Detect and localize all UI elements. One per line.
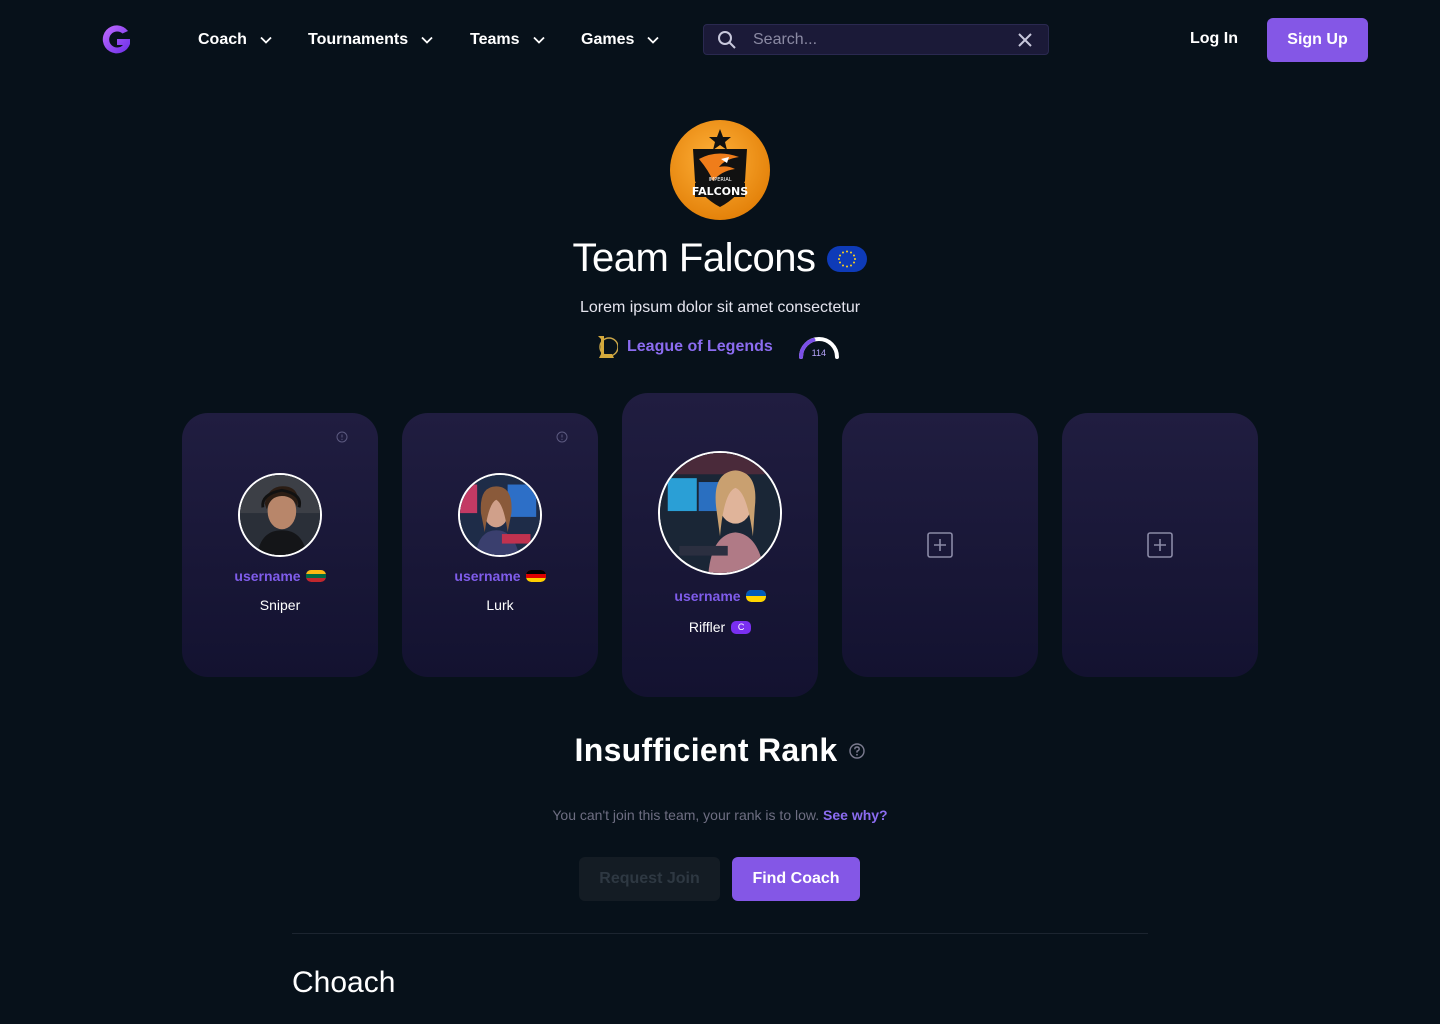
player-photo: [660, 453, 780, 573]
player-role: Lurk: [402, 597, 598, 613]
role-label: Lurk: [486, 597, 514, 613]
roster-card[interactable]: username Sniper: [182, 413, 378, 677]
roster-card[interactable]: username Lurk: [402, 413, 598, 677]
username-label: username: [454, 568, 521, 584]
role-label: Sniper: [259, 597, 301, 613]
avatar: [238, 473, 322, 557]
league-of-legends-icon: [598, 336, 618, 358]
team-name: Team Falcons: [572, 236, 816, 280]
search-input[interactable]: [751, 29, 1016, 50]
search-bar: [703, 24, 1049, 55]
info-icon[interactable]: [556, 431, 568, 443]
team-logo: IMPERIAL FALCONS: [670, 120, 770, 220]
find-coach-button[interactable]: Find Coach: [732, 857, 860, 901]
nav-coach-label: Coach: [198, 31, 247, 48]
eu-flag-icon: [827, 245, 868, 272]
avatar: [658, 451, 782, 575]
help-icon[interactable]: [849, 742, 866, 759]
nav-games-label: Games: [581, 31, 635, 48]
chevron-down-icon: [260, 36, 272, 44]
signup-button[interactable]: Sign Up: [1267, 18, 1368, 62]
rank-message-text: You can't join this team, your rank is t…: [552, 807, 820, 823]
add-player-icon[interactable]: [927, 532, 953, 558]
avatar: [458, 473, 542, 557]
nav-coach[interactable]: Coach: [198, 28, 273, 52]
team-game-row: League of Legends 114: [596, 333, 841, 361]
see-why-link[interactable]: See why?: [823, 807, 888, 823]
team-logo-text: FALCONS: [692, 185, 748, 198]
empty-slot-card[interactable]: [842, 413, 1038, 677]
player-role: Sniper: [182, 597, 378, 613]
section-divider: [292, 933, 1148, 934]
app-logo-icon[interactable]: [98, 22, 134, 58]
player-role: Riffler C: [622, 619, 818, 635]
nav-teams-label: Teams: [470, 31, 520, 48]
player-username[interactable]: username: [622, 588, 818, 604]
info-icon[interactable]: [336, 431, 348, 443]
role-label: Riffler: [688, 619, 726, 635]
lithuania-flag-icon: [305, 570, 326, 582]
rank-gauge: 114: [797, 334, 841, 360]
player-username[interactable]: username: [182, 568, 378, 584]
team-description: Lorem ipsum dolor sit amet consectetur: [579, 299, 861, 316]
roster-card-current-user[interactable]: username Riffler C: [622, 393, 818, 697]
nav-tournaments[interactable]: Tournaments: [308, 28, 434, 52]
rank-section-title: Insufficient Rank: [574, 732, 838, 768]
player-photo: [240, 475, 320, 555]
team-logo-subtext: IMPERIAL: [708, 177, 731, 183]
germany-flag-icon: [525, 570, 546, 582]
nav-games[interactable]: Games: [581, 28, 660, 52]
username-label: username: [674, 588, 741, 604]
insufficient-rank-heading: Insufficient Rank: [0, 732, 1440, 769]
add-player-icon[interactable]: [1147, 532, 1173, 558]
top-navbar: Coach Tournaments Teams Games Log In Sig…: [0, 0, 1440, 80]
team-header: Team Falcons: [0, 236, 1440, 281]
login-link[interactable]: Log In: [1190, 30, 1238, 48]
chevron-down-icon: [647, 36, 660, 44]
chevron-down-icon: [421, 36, 433, 44]
empty-slot-card[interactable]: [1062, 413, 1258, 677]
rank-value: 114: [811, 348, 826, 358]
username-label: username: [234, 568, 301, 584]
nav-teams[interactable]: Teams: [470, 28, 546, 52]
rank-message: You can't join this team, your rank is t…: [0, 807, 1440, 823]
player-photo: [460, 475, 540, 555]
coach-section-title: Choach: [292, 966, 396, 999]
game-link[interactable]: League of Legends: [627, 338, 773, 356]
close-icon[interactable]: [1016, 31, 1034, 49]
nav-tournaments-label: Tournaments: [308, 31, 409, 48]
request-join-button[interactable]: Request Join: [579, 857, 720, 901]
captain-badge: C: [731, 620, 752, 634]
ukraine-flag-icon: [745, 590, 766, 602]
player-username[interactable]: username: [402, 568, 598, 584]
search-icon: [718, 30, 736, 49]
chevron-down-icon: [532, 36, 545, 44]
